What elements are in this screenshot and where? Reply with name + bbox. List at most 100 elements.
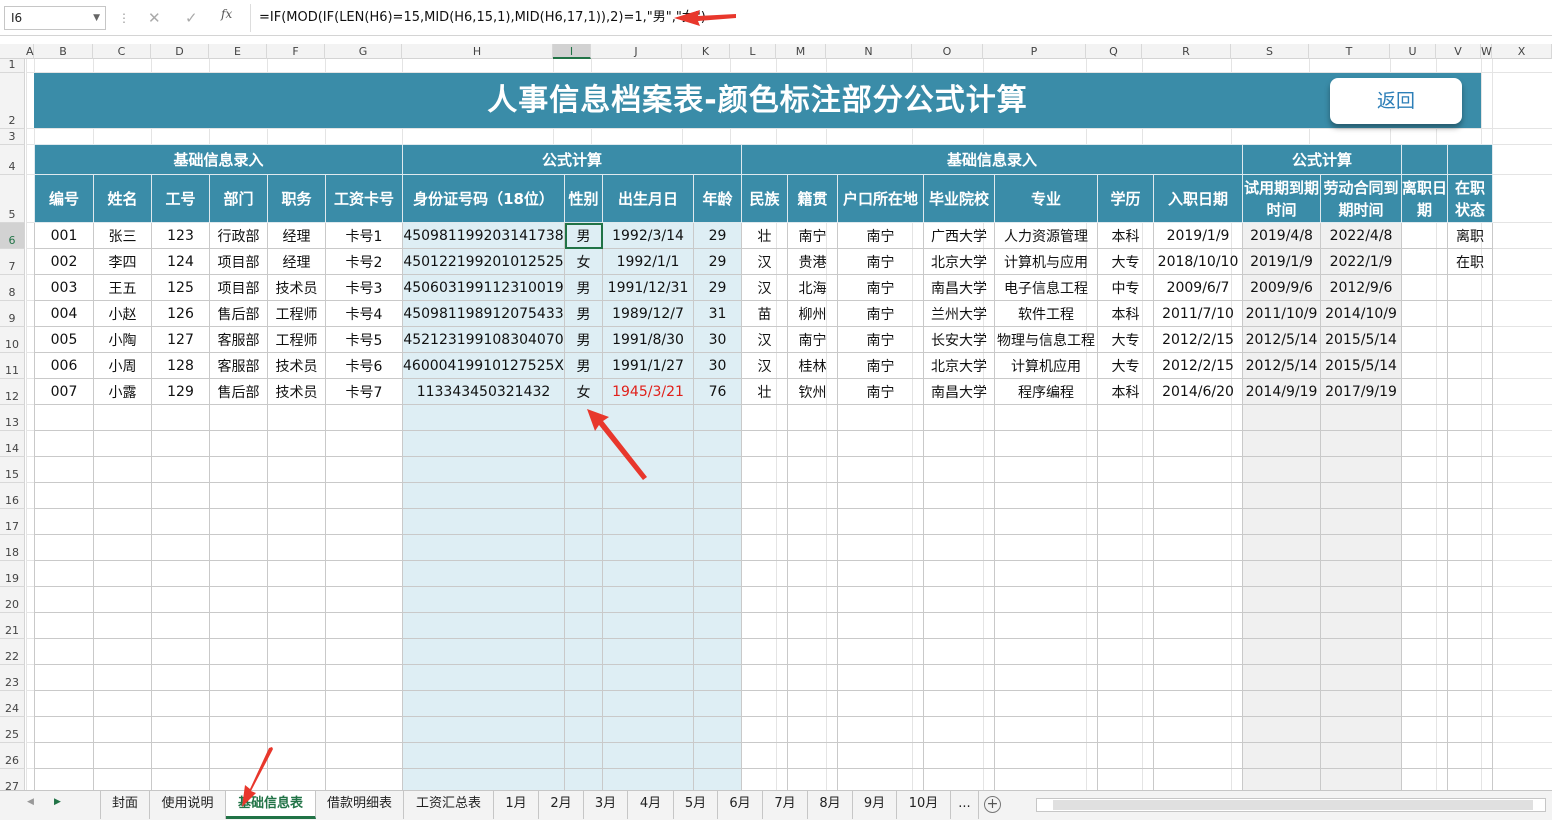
table-cell[interactable]: 2009/9/6 (1242, 274, 1322, 301)
table-cell[interactable]: 005 (34, 326, 94, 353)
table-cell[interactable] (151, 742, 210, 769)
table-cell[interactable] (837, 612, 925, 639)
table-cell[interactable] (267, 482, 326, 509)
table-cell[interactable]: 中专 (1097, 274, 1155, 301)
table-cell[interactable] (1320, 638, 1403, 665)
table-cell[interactable] (923, 638, 996, 665)
table-cell[interactable] (1447, 560, 1494, 587)
formula-input[interactable]: =IF(MOD(IF(LEN(H6)=15,MID(H6,15,1),MID(H… (250, 4, 1548, 32)
table-cell[interactable]: 1992/3/14 (602, 222, 695, 249)
table-cell[interactable] (1401, 586, 1449, 613)
table-cell[interactable] (994, 482, 1099, 509)
column-header-M[interactable]: M (776, 44, 826, 59)
row-header-5[interactable]: 5 (0, 175, 25, 223)
table-cell[interactable] (741, 612, 789, 639)
table-cell[interactable] (34, 742, 94, 769)
table-cell[interactable]: 项目部 (209, 248, 268, 275)
table-cell[interactable] (1242, 716, 1322, 743)
column-header-D[interactable]: D (151, 44, 209, 59)
row-header-15[interactable]: 15 (0, 457, 25, 483)
table-cell[interactable]: 001 (34, 222, 94, 249)
table-cell[interactable] (209, 664, 268, 691)
table-cell[interactable] (325, 404, 403, 431)
table-cell[interactable] (151, 612, 210, 639)
table-cell[interactable]: 行政部 (209, 222, 268, 249)
table-cell[interactable]: 76 (693, 378, 743, 405)
table-cell[interactable] (693, 404, 743, 431)
table-cell[interactable] (1242, 456, 1322, 483)
table-cell[interactable] (34, 690, 94, 717)
sheet-tab-0[interactable]: 封面 (100, 791, 150, 819)
table-cell[interactable] (93, 430, 152, 457)
table-cell[interactable] (1242, 560, 1322, 587)
tab-scroll-right-icon[interactable]: ▶ (54, 797, 61, 807)
table-cell[interactable] (693, 742, 743, 769)
table-cell[interactable] (1320, 508, 1403, 535)
table-cell[interactable]: 男 (564, 300, 604, 327)
column-header-F[interactable]: F (267, 44, 325, 59)
column-header-N[interactable]: N (826, 44, 912, 59)
table-cell[interactable] (602, 638, 695, 665)
table-cell[interactable]: 2011/7/10 (1153, 300, 1244, 327)
table-cell[interactable] (602, 404, 695, 431)
back-button[interactable]: 返回 (1330, 78, 1462, 124)
table-cell[interactable]: 29 (693, 222, 743, 249)
table-cell[interactable] (151, 404, 210, 431)
table-cell[interactable]: 苗 (741, 300, 789, 327)
table-cell[interactable]: 30 (693, 326, 743, 353)
table-cell[interactable]: 123 (151, 222, 210, 249)
table-cell[interactable] (209, 586, 268, 613)
table-cell[interactable] (1097, 638, 1155, 665)
table-cell[interactable]: 技术员 (267, 352, 326, 379)
table-cell[interactable]: 129 (151, 378, 210, 405)
table-cell[interactable] (209, 456, 268, 483)
table-cell[interactable] (994, 534, 1099, 561)
table-cell[interactable] (693, 430, 743, 457)
column-header-W[interactable]: W (1481, 44, 1492, 59)
row-header-16[interactable]: 16 (0, 483, 25, 509)
column-header-Q[interactable]: Q (1086, 44, 1142, 59)
table-cell[interactable] (151, 586, 210, 613)
insert-function-icon[interactable]: fx (221, 7, 232, 21)
table-cell[interactable] (1242, 612, 1322, 639)
table-cell[interactable] (267, 690, 326, 717)
table-cell[interactable]: 小露 (93, 378, 152, 405)
row-header-18[interactable]: 18 (0, 535, 25, 561)
table-cell[interactable]: 在职 (1447, 248, 1494, 275)
table-cell[interactable]: 男 (564, 274, 604, 301)
table-cell[interactable] (1320, 430, 1403, 457)
table-cell[interactable] (151, 430, 210, 457)
table-cell[interactable] (325, 638, 403, 665)
table-cell[interactable] (602, 690, 695, 717)
row-header-26[interactable]: 26 (0, 743, 25, 769)
sheet-tab-4[interactable]: 工资汇总表 (404, 791, 494, 819)
table-cell[interactable] (994, 508, 1099, 535)
table-cell[interactable]: 技术员 (267, 378, 326, 405)
table-cell[interactable] (1097, 534, 1155, 561)
table-cell[interactable] (325, 430, 403, 457)
table-cell[interactable] (34, 560, 94, 587)
table-cell[interactable] (564, 456, 604, 483)
table-cell[interactable] (401, 482, 566, 509)
table-cell[interactable] (994, 586, 1099, 613)
table-cell[interactable] (564, 690, 604, 717)
table-cell[interactable] (741, 690, 789, 717)
table-cell[interactable]: 技术员 (267, 274, 326, 301)
table-cell[interactable] (741, 430, 789, 457)
table-cell[interactable]: 小赵 (93, 300, 152, 327)
table-cell[interactable]: 女 (564, 248, 604, 275)
table-cell[interactable]: 本科 (1097, 222, 1155, 249)
table-cell[interactable] (93, 638, 152, 665)
table-cell[interactable]: 人力资源管理 (994, 222, 1099, 249)
table-cell[interactable] (1242, 664, 1322, 691)
table-cell[interactable] (401, 664, 566, 691)
table-cell[interactable]: 004 (34, 300, 94, 327)
table-cell[interactable] (1401, 716, 1449, 743)
table-cell[interactable] (267, 508, 326, 535)
table-cell[interactable]: 2011/10/9 (1242, 300, 1322, 327)
table-cell[interactable]: 桂林 (787, 352, 839, 379)
column-header-I[interactable]: I (553, 44, 591, 59)
table-cell[interactable] (209, 690, 268, 717)
sheet-tab-6[interactable]: 2月 (539, 791, 584, 819)
sheet-tab-1[interactable]: 使用说明 (150, 791, 226, 819)
